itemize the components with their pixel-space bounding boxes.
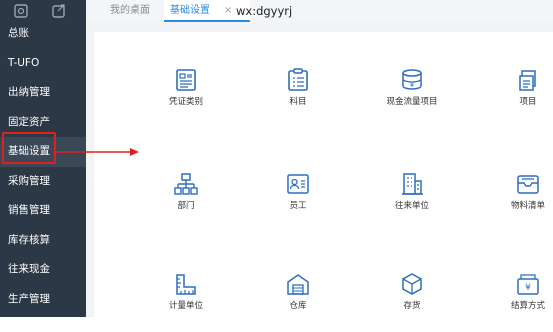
sidebar-item-inventory-accounting[interactable]: 库存核算 (0, 226, 86, 256)
tile-department[interactable]: 部门 (136, 172, 236, 232)
unit-icon (176, 274, 196, 295)
tab-bar: 我的桌面 基础设置 × wx:dgyyrj (86, 0, 553, 23)
svg-text:¥: ¥ (525, 283, 531, 293)
inventory-icon (402, 273, 422, 295)
department-icon (174, 173, 198, 195)
tile-unit-of-measure[interactable]: 计量单位 (136, 272, 236, 332)
tile-label: 员工 (289, 201, 307, 211)
arrow-icon (56, 148, 139, 156)
partner-icon (402, 173, 423, 195)
tile-label: 科目 (289, 97, 307, 107)
sidebar-item-general-ledger[interactable]: 总账 (0, 19, 86, 49)
tile-label: 存货 (403, 301, 421, 311)
tile-bill-of-materials[interactable]: 物料清单 (478, 172, 553, 232)
warehouse-icon (287, 274, 309, 295)
tile-employee[interactable]: 员工 (248, 172, 348, 232)
collapse-icon[interactable] (14, 4, 28, 18)
user-label: wx:dgyyrj (236, 4, 293, 18)
sidebar-item-cashier[interactable]: 出纳管理 (0, 78, 86, 108)
content-area: 凭证类别 科目 ¥ 现金流量项目 项目 部门 员工 往来单位 物料清单 计量单位… (86, 22, 553, 327)
tab-my-desktop[interactable]: 我的桌面 (110, 0, 150, 22)
tile-label: 项目 (519, 97, 537, 107)
cashflow-icon: ¥ (402, 69, 422, 90)
tile-label: 结算方式 (510, 301, 545, 311)
sidebar-item-purchasing[interactable]: 采购管理 (0, 167, 86, 197)
tile-settlement-method[interactable]: ¥ 结算方式 (478, 272, 553, 332)
tile-label: 凭证类别 (168, 97, 203, 107)
tile-project[interactable]: 项目 (478, 68, 553, 128)
tile-label: 物料清单 (510, 201, 545, 211)
tile-inventory[interactable]: 存货 (362, 272, 462, 332)
svg-text:¥: ¥ (410, 81, 415, 89)
bom-icon (517, 175, 539, 194)
settlement-icon: ¥ (517, 274, 539, 295)
employee-icon (287, 174, 309, 194)
tile-label: 仓库 (289, 301, 307, 311)
sidebar-item-t-ufo[interactable]: T-UFO (0, 49, 86, 79)
sidebar-item-sales[interactable]: 销售管理 (0, 196, 86, 226)
sidebar-item-production[interactable]: 生产管理 (0, 285, 86, 315)
tile-label: 往来单位 (394, 201, 429, 211)
tab-basic-settings-label: 基础设置 (170, 5, 210, 16)
tile-subject[interactable]: 科目 (248, 68, 348, 128)
tile-label: 计量单位 (168, 301, 203, 311)
sidebar-menu: 总账 T-UFO 出纳管理 固定资产 基础设置 采购管理 销售管理 库存核算 往… (0, 19, 86, 314)
tile-partner-unit[interactable]: 往来单位 (362, 172, 462, 232)
project-icon (519, 70, 536, 91)
tile-warehouse[interactable]: 仓库 (248, 272, 348, 332)
settings-panel: 凭证类别 科目 ¥ 现金流量项目 项目 部门 员工 往来单位 物料清单 计量单位… (94, 32, 553, 327)
new-window-icon[interactable] (52, 4, 66, 18)
close-icon[interactable]: × (224, 0, 232, 22)
tile-voucher-category[interactable]: 凭证类别 (136, 68, 236, 128)
highlight-box (2, 132, 56, 164)
sidebar-item-receivables-cash[interactable]: 往来现金 (0, 255, 86, 285)
subject-icon (288, 68, 308, 91)
voucher-icon (176, 69, 196, 91)
tile-label: 部门 (177, 201, 195, 211)
tile-cashflow-project[interactable]: ¥ 现金流量项目 (362, 68, 462, 128)
tile-label: 现金流量项目 (386, 97, 438, 107)
